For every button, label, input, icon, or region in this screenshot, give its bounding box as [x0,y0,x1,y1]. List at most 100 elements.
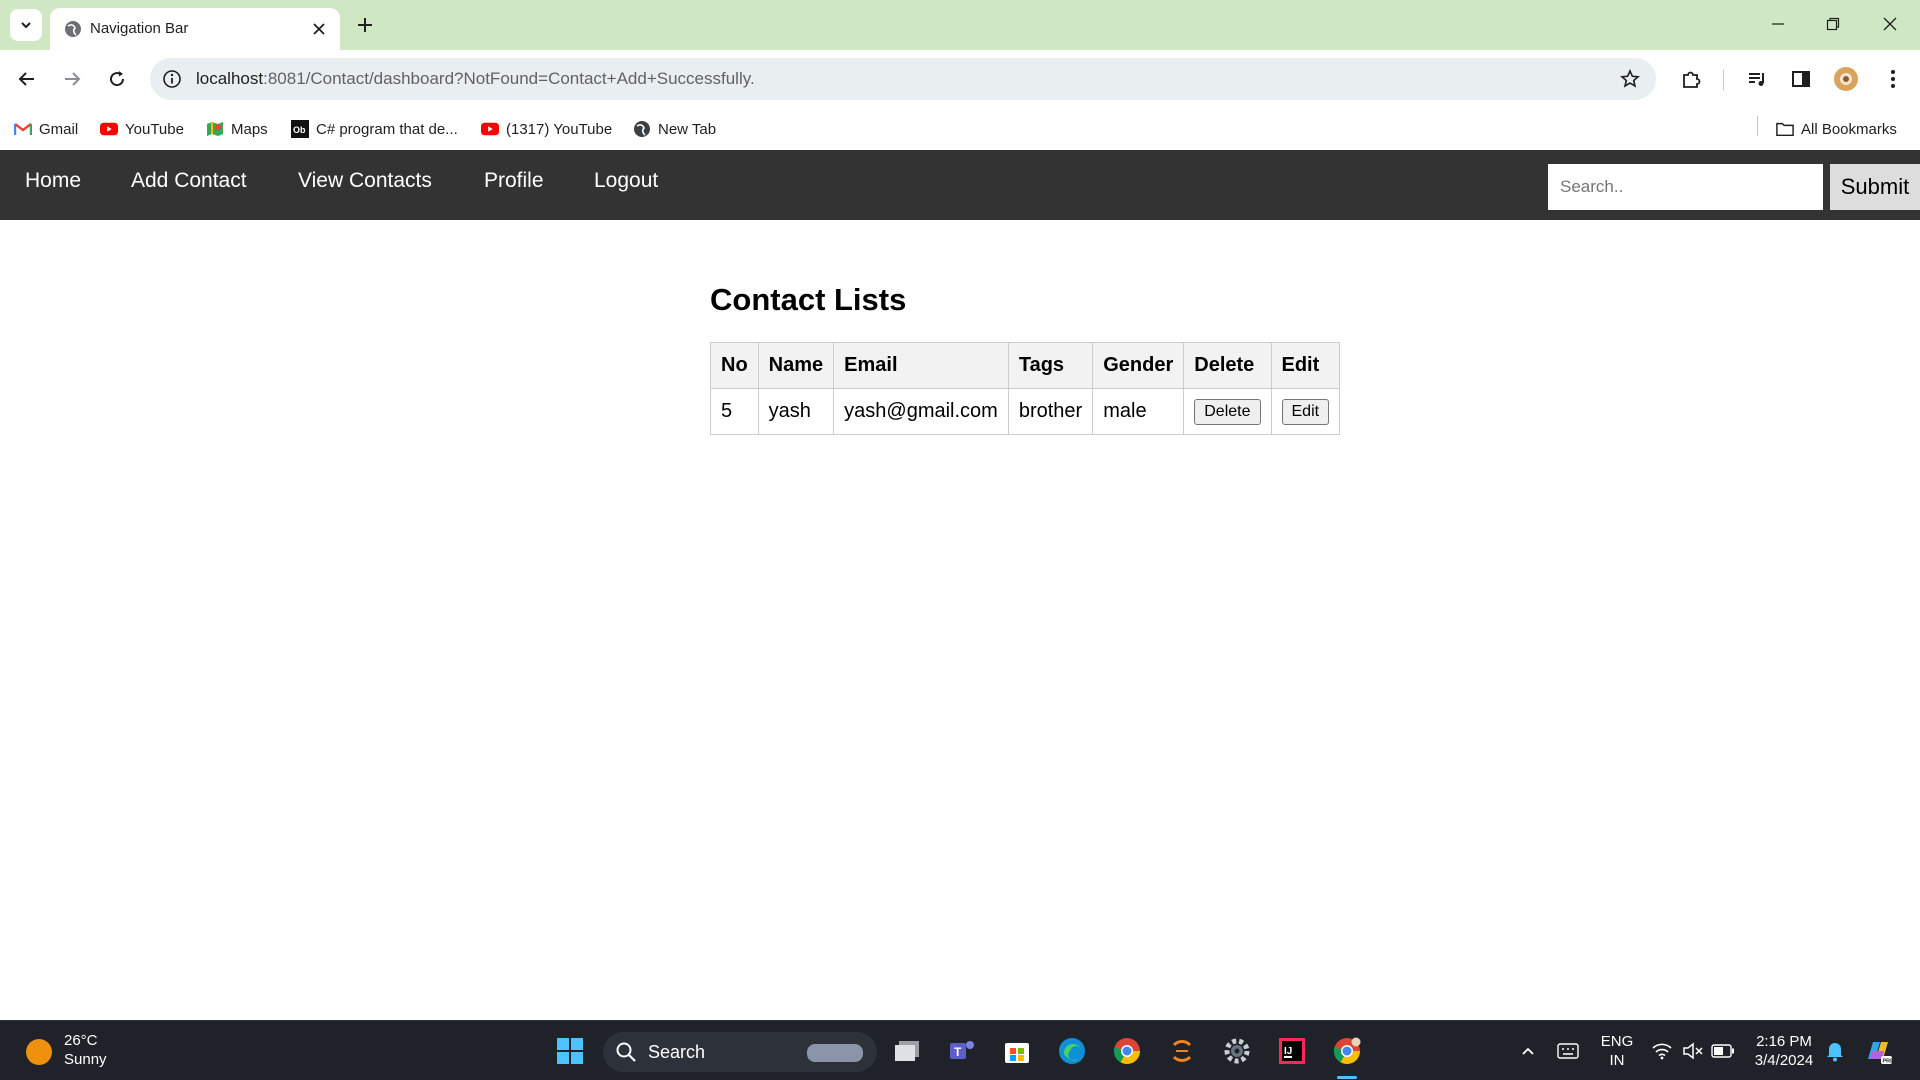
input-language-indicator[interactable]: ENG IN [1592,1032,1642,1070]
chevron-down-icon [21,22,31,29]
microsoft-store-app[interactable] [1001,1035,1033,1067]
browser-menu-button[interactable] [1875,61,1911,97]
weather-temperature: 26°C [64,1032,98,1049]
avatar [1834,67,1858,91]
search-highlight-image [807,1044,863,1062]
column-header-delete: Delete [1183,342,1272,389]
settings-app[interactable] [1221,1035,1253,1067]
search-icon [616,1042,636,1062]
close-window-button[interactable] [1870,8,1910,40]
plus-icon [358,18,372,32]
task-view-icon [895,1041,919,1061]
info-icon [163,70,181,88]
browser-tab[interactable]: Navigation Bar [50,8,340,50]
browser-toolbar: localhost:8081/Contact/dashboard?NotFoun… [0,50,1920,108]
bookmark-label: Maps [231,120,268,138]
site-info-button[interactable] [160,67,184,91]
table-row: 5 yash yash@gmail.com brother male Delet… [710,388,1341,435]
bookmark-gmail[interactable]: Gmail [14,116,78,142]
back-button[interactable] [9,61,45,97]
svg-text:PRE: PRE [1883,1059,1894,1065]
nav-home-link[interactable]: Home [25,169,81,193]
bookmark-youtube[interactable]: YouTube [100,116,184,142]
close-tab-button[interactable] [308,18,330,40]
weather-condition: Sunny [64,1051,107,1068]
cell-name: yash [757,388,835,435]
maps-icon [206,120,224,138]
eclipse-app[interactable] [1166,1035,1198,1067]
show-hidden-icons-button[interactable] [1512,1035,1544,1067]
wifi-icon [1652,1043,1672,1060]
extensions-button[interactable] [1673,61,1709,97]
tab-search-button[interactable] [10,9,42,41]
nav-add-contact-link[interactable]: Add Contact [131,169,247,193]
url-host: localhost [196,69,264,88]
nav-view-contacts-link[interactable]: View Contacts [298,169,432,193]
bookmark-star-button[interactable] [1618,67,1642,91]
media-control-button[interactable] [1739,61,1775,97]
chrome-icon [1333,1037,1361,1065]
teams-app[interactable]: T [946,1035,978,1067]
nav-logout-link[interactable]: Logout [594,169,658,193]
page-title: Contact Lists [710,282,907,317]
task-view-button[interactable] [891,1035,923,1067]
volume-button[interactable] [1677,1035,1709,1067]
bookmark-label: (1317) YouTube [506,120,613,138]
profile-button[interactable] [1828,61,1864,97]
region-code: IN [1609,1052,1625,1069]
gear-icon [1224,1038,1250,1064]
delete-button[interactable]: Delete [1194,398,1261,425]
chrome-active-app[interactable] [1331,1035,1363,1067]
cell-email: yash@gmail.com [833,388,1009,435]
edit-button[interactable]: Edit [1281,398,1330,425]
active-app-indicator [1337,1076,1357,1079]
contacts-table: No Name Email Tags Gender Delete Edit 5 … [710,342,1341,435]
bookmarks-bar: Gmail YouTube Maps Ob C# program that de… [0,108,1920,150]
teams-icon: T [950,1041,974,1059]
submit-button[interactable]: Submit [1830,164,1920,210]
nav-profile-link[interactable]: Profile [484,169,544,193]
clock[interactable]: 2:16 PM 3/4/2024 [1748,1032,1820,1070]
language-code: ENG [1600,1033,1634,1050]
bookmark-youtube-1317[interactable]: (1317) YouTube [481,116,612,142]
taskbar-search-box[interactable]: Search [603,1032,877,1072]
chevron-up-icon [1522,1047,1534,1055]
arrow-right-icon [65,72,81,86]
gmail-icon [14,120,32,138]
battery-button[interactable] [1707,1035,1739,1067]
bookmark-label: New Tab [658,120,717,138]
reload-icon [110,71,125,87]
intellij-icon: IJ [1279,1038,1305,1064]
copilot-button[interactable]: PRE [1862,1035,1894,1067]
edge-app[interactable] [1056,1035,1088,1067]
notifications-button[interactable] [1819,1035,1851,1067]
bookmark-new-tab[interactable]: New Tab [633,116,716,142]
bookmark-label: All Bookmarks [1801,120,1897,138]
intellij-app[interactable]: IJ [1276,1035,1308,1067]
search-input[interactable] [1548,164,1823,210]
weather-sun-icon[interactable] [26,1039,52,1065]
weather-widget[interactable]: 26°C Sunny [64,1031,107,1069]
column-header-gender: Gender [1092,342,1185,389]
bookmark-maps[interactable]: Maps [206,116,268,142]
reload-button[interactable] [99,61,135,97]
all-bookmarks-button[interactable]: All Bookmarks [1776,116,1897,142]
windows-taskbar: 26°C Sunny Search T IJ ENG IN 2:16 PM 3/… [0,1020,1920,1080]
globe-icon [633,120,651,138]
web-page: Home Add Contact View Contacts Profile L… [0,150,1920,1020]
bell-icon [1827,1043,1843,1062]
restore-button[interactable] [1813,8,1853,40]
side-panel-icon [1792,71,1810,87]
address-bar[interactable]: localhost:8081/Contact/dashboard?NotFoun… [150,58,1656,100]
start-button[interactable] [554,1035,586,1067]
side-panel-button[interactable] [1783,61,1819,97]
forward-button[interactable] [54,61,90,97]
minimize-button[interactable] [1758,8,1798,40]
bookmark-csharp-program[interactable]: Ob C# program that de... [291,116,458,142]
chrome-app[interactable] [1111,1035,1143,1067]
network-button[interactable] [1646,1035,1678,1067]
touch-keyboard-button[interactable] [1552,1035,1584,1067]
puzzle-icon [1683,71,1701,88]
bookmark-label: YouTube [125,120,184,138]
new-tab-button[interactable] [350,10,380,40]
